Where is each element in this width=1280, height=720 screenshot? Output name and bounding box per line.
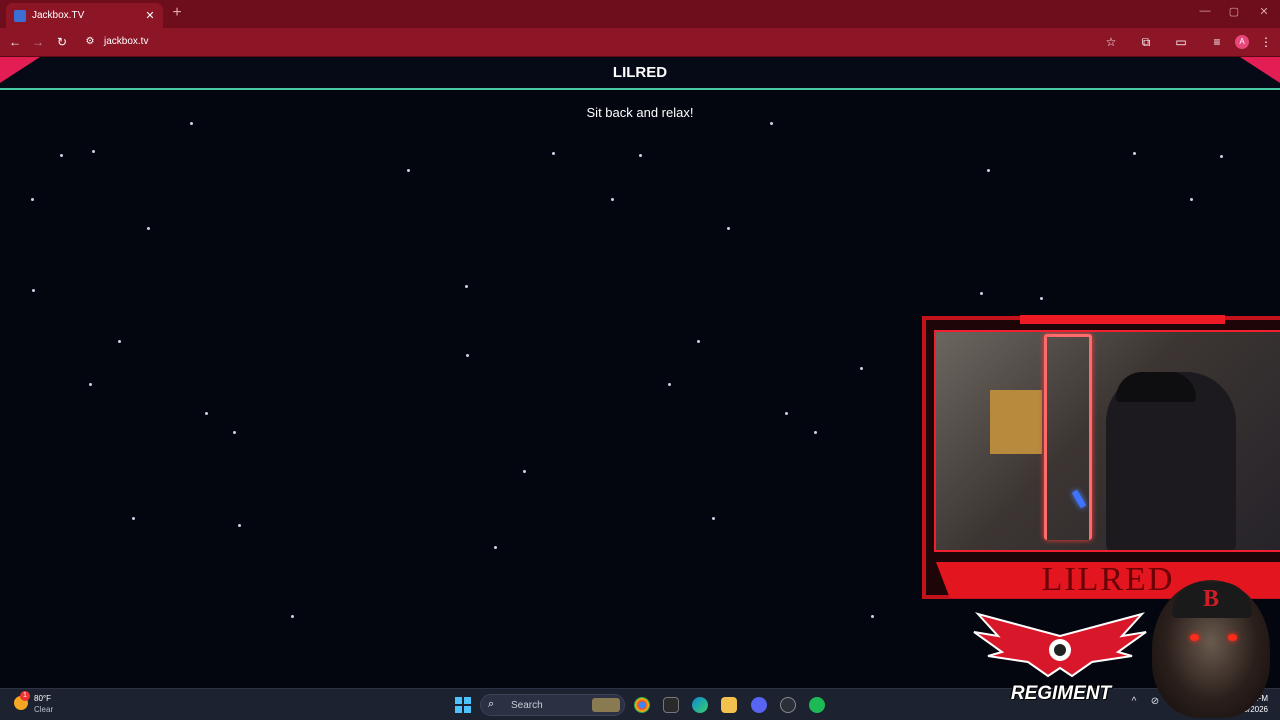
star	[523, 470, 526, 473]
star	[190, 122, 193, 125]
profile-avatar[interactable]: A	[1235, 35, 1249, 49]
jackbox-favicon-icon	[14, 9, 26, 22]
tray-chevron-icon[interactable]: ^	[1127, 696, 1141, 707]
star	[980, 292, 983, 295]
tab-jackbox[interactable]: Jackbox.TV ✕	[6, 3, 163, 28]
start-tile	[464, 697, 471, 704]
new-tab-button[interactable]: +	[168, 4, 186, 22]
bookmark-star-icon[interactable]: ☆	[1103, 34, 1119, 50]
star	[60, 154, 63, 157]
star	[465, 285, 468, 288]
emblem-text: REGIMENT	[1010, 683, 1112, 704]
address-bar[interactable]: jackbox.tv	[104, 36, 148, 47]
star	[205, 412, 208, 415]
star	[1220, 155, 1223, 158]
star	[1133, 152, 1136, 155]
cast-icon[interactable]: ▭	[1173, 34, 1189, 50]
tab-title: Jackbox.TV	[32, 10, 85, 21]
weather-badge: 1	[20, 691, 30, 701]
star	[494, 546, 497, 549]
star	[697, 340, 700, 343]
start-tile	[455, 697, 462, 704]
player-banner: LILRED	[0, 57, 1280, 90]
browser-toolbar: ← → ↻ ⚙ jackbox.tv ☆ ⧉ ▭ ≡ A ⋮	[0, 28, 1280, 57]
taskbar-search[interactable]: ⌕ Search	[480, 694, 625, 716]
site-info-icon[interactable]: ⚙	[82, 34, 98, 50]
search-input[interactable]: Search	[511, 700, 543, 711]
network-icon[interactable]: ⊘	[1148, 696, 1162, 707]
obs-app-icon[interactable]	[780, 697, 796, 713]
cap	[1116, 372, 1196, 402]
star	[238, 524, 241, 527]
start-tile	[464, 706, 471, 713]
star	[639, 154, 642, 157]
star	[407, 169, 410, 172]
reload-icon[interactable]: ↻	[54, 34, 70, 50]
close-tab-icon[interactable]: ✕	[143, 9, 157, 22]
star	[727, 227, 730, 230]
star	[132, 517, 135, 520]
search-icon: ⌕	[488, 698, 495, 710]
minimize-icon[interactable]: —	[1197, 5, 1213, 17]
webcam-top-accent	[1020, 315, 1225, 324]
star	[233, 431, 236, 434]
star	[31, 198, 34, 201]
star	[770, 122, 773, 125]
weather-temp[interactable]: 80°F	[34, 694, 51, 703]
eagle-emblem-icon	[973, 612, 1147, 678]
star	[291, 615, 294, 618]
star	[147, 227, 150, 230]
browser-tabstrip: Jackbox.TV ✕ + — ▢ ✕	[0, 0, 1280, 28]
search-highlight-icon	[592, 698, 620, 712]
star	[785, 412, 788, 415]
close-window-icon[interactable]: ✕	[1256, 5, 1272, 18]
file-explorer-icon[interactable]	[721, 697, 737, 713]
skull-eye-right-icon	[1228, 634, 1237, 641]
star	[89, 383, 92, 386]
menu-kebab-icon[interactable]: ⋮	[1258, 34, 1274, 50]
weather-desc[interactable]: Clear	[34, 705, 53, 714]
star	[987, 169, 990, 172]
jackbox-app-icon[interactable]	[663, 697, 679, 713]
cap-logo: B	[1202, 586, 1219, 612]
star	[871, 615, 874, 618]
edge-app-icon[interactable]	[692, 697, 708, 713]
star	[814, 431, 817, 434]
star	[668, 383, 671, 386]
star	[1190, 198, 1193, 201]
extensions-icon[interactable]: ⧉	[1138, 34, 1154, 50]
skull-eye-left-icon	[1190, 634, 1199, 641]
star	[712, 517, 715, 520]
star	[1040, 297, 1043, 300]
webcam-feed	[934, 330, 1280, 552]
start-tile	[455, 706, 462, 713]
player-name: LILRED	[612, 64, 668, 81]
star	[118, 340, 121, 343]
screen: Jackbox.TV ✕ + — ▢ ✕ ← → ↻ ⚙ jackbox.tv …	[0, 0, 1280, 720]
star	[552, 152, 555, 155]
star	[92, 150, 95, 153]
neon-light	[1044, 334, 1092, 540]
start-button[interactable]	[455, 697, 471, 713]
spotify-app-icon[interactable]	[809, 697, 825, 713]
media-controls-icon[interactable]: ≡	[1209, 34, 1225, 50]
star	[32, 289, 35, 292]
maximize-icon[interactable]: ▢	[1226, 5, 1242, 18]
status-message: Sit back and relax!	[586, 105, 694, 120]
star	[860, 367, 863, 370]
chrome-app-icon[interactable]	[634, 697, 650, 713]
discord-app-icon[interactable]	[751, 697, 767, 713]
poster	[990, 390, 1042, 454]
star	[466, 354, 469, 357]
forward-icon[interactable]: →	[30, 34, 46, 50]
back-icon[interactable]: ←	[7, 34, 23, 50]
star	[611, 198, 614, 201]
